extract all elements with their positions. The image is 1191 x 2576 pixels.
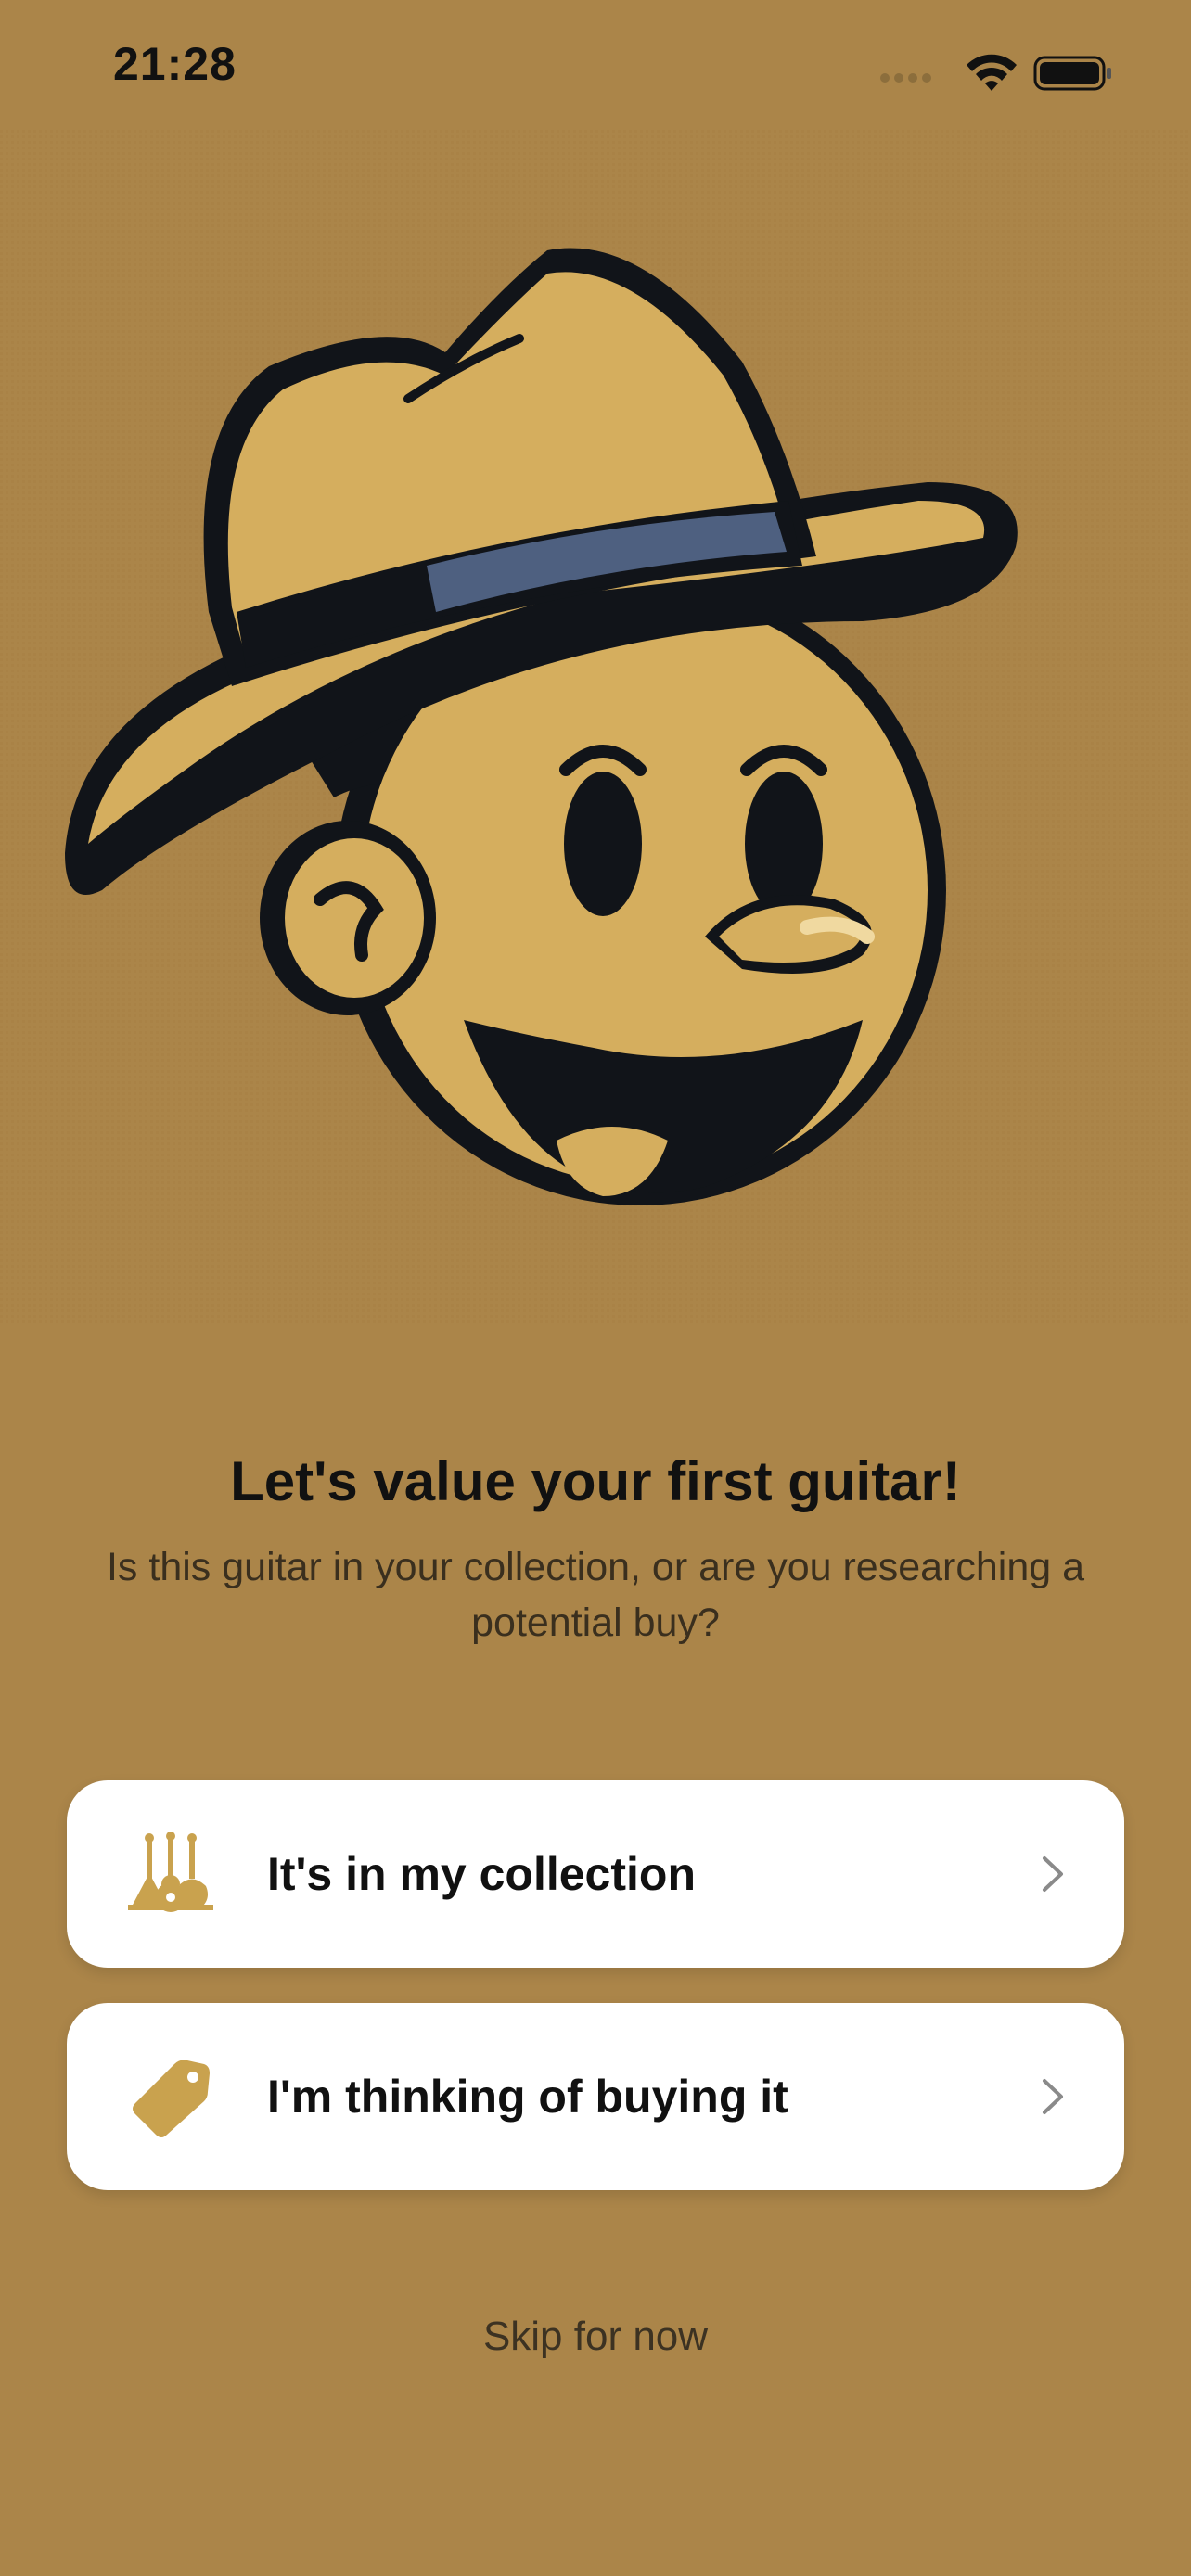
status-time: 21:28 xyxy=(113,38,237,90)
chevron-right-icon xyxy=(1043,2079,1063,2114)
hero-illustration xyxy=(0,130,1191,1326)
mascot-icon xyxy=(0,130,1191,1326)
option-label: I'm thinking of buying it xyxy=(267,2071,788,2123)
status-bar: 21:28 xyxy=(0,0,1191,130)
signal-icon xyxy=(880,73,931,83)
battery-icon xyxy=(1033,56,1111,91)
chevron-right-icon xyxy=(1043,1856,1063,1892)
wifi-icon xyxy=(967,54,1017,91)
option-label: It's in my collection xyxy=(267,1848,696,1900)
page-title: Let's value your first guitar! xyxy=(230,1450,961,1512)
in-collection-button[interactable]: It's in my collection xyxy=(67,1780,1124,1968)
guitars-icon xyxy=(128,1832,213,1912)
price-tag-icon xyxy=(133,2060,210,2137)
page-subtitle: Is this guitar in your collection, or ar… xyxy=(106,1545,1085,1645)
thinking-of-buying-button[interactable]: I'm thinking of buying it xyxy=(67,2003,1124,2190)
skip-button[interactable]: Skip for now xyxy=(0,2314,1191,2360)
status-icons xyxy=(880,54,1111,91)
